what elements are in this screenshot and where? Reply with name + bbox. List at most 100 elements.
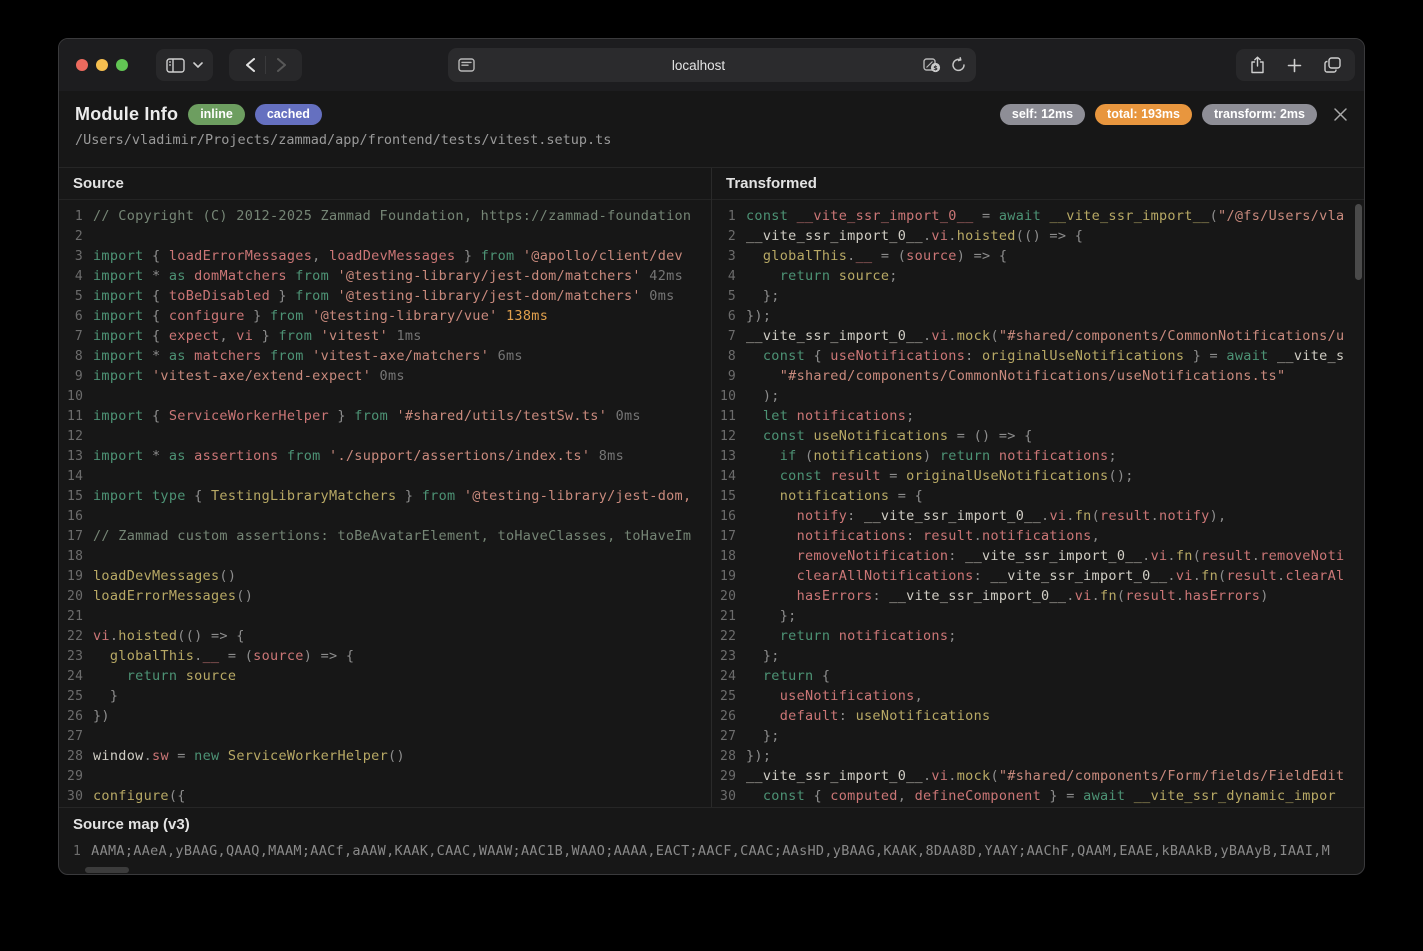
- page-settings-icon[interactable]: $: [923, 58, 941, 73]
- line-number: 9: [720, 369, 746, 384]
- reload-icon[interactable]: [951, 57, 966, 73]
- code-line: 24 return {: [720, 666, 1364, 686]
- line-number: 12: [720, 429, 746, 444]
- code-line: 11import { ServiceWorkerHelper } from '#…: [67, 406, 711, 426]
- code-line: 16 notify: __vite_ssr_import_0__.vi.fn(r…: [720, 506, 1364, 526]
- url-text[interactable]: localhost: [475, 58, 923, 73]
- line-number: 17: [67, 529, 93, 544]
- source-pane-title: Source: [59, 168, 711, 200]
- code-line: 14 const result = originalUseNotificatio…: [720, 466, 1364, 486]
- minimize-window-button[interactable]: [96, 59, 108, 71]
- module-header: Module Info inline cached self: 12ms tot…: [59, 91, 1364, 167]
- code-line: 2__vite_ssr_import_0__.vi.hoisted(() => …: [720, 226, 1364, 246]
- line-number: 6: [720, 309, 746, 324]
- line-number: 16: [720, 509, 746, 524]
- line-number: 21: [720, 609, 746, 624]
- code-line: 1// Copyright (C) 2012-2025 Zammad Found…: [67, 206, 711, 226]
- code-line: 12 const useNotifications = () => {: [720, 426, 1364, 446]
- browser-window: localhost $: [58, 38, 1365, 875]
- line-number: 23: [720, 649, 746, 664]
- code-line: 26 default: useNotifications: [720, 706, 1364, 726]
- page-title: Module Info: [75, 104, 178, 125]
- nav-buttons: [229, 49, 302, 81]
- sidebar-toggle-button[interactable]: [156, 49, 213, 81]
- line-number: 1: [720, 209, 746, 224]
- close-button[interactable]: [1333, 107, 1348, 122]
- code-line: 9 "#shared/components/CommonNotification…: [720, 366, 1364, 386]
- browser-chrome: localhost $: [59, 39, 1364, 91]
- cached-badge: cached: [255, 104, 322, 125]
- line-number: 5: [67, 289, 93, 304]
- code-line: 25 useNotifications,: [720, 686, 1364, 706]
- line-number: 10: [720, 389, 746, 404]
- line-number: 26: [67, 709, 93, 724]
- code-line: 13 if (notifications) return notificatio…: [720, 446, 1364, 466]
- transformed-pane: Transformed 1const __vite_ssr_import_0__…: [712, 168, 1364, 807]
- code-line: 17// Zammad custom assertions: toBeAvata…: [67, 526, 711, 546]
- back-button[interactable]: [235, 50, 265, 80]
- line-number: 21: [67, 609, 93, 624]
- line-number: 22: [720, 629, 746, 644]
- code-line: 27 };: [720, 726, 1364, 746]
- share-icon[interactable]: [1250, 56, 1265, 74]
- tabs-icon[interactable]: [1324, 57, 1341, 73]
- code-line: 19 clearAllNotifications: __vite_ssr_imp…: [720, 566, 1364, 586]
- line-number: 13: [67, 449, 93, 464]
- transform-time-badge: transform: 2ms: [1202, 104, 1317, 125]
- code-line: 21 };: [720, 606, 1364, 626]
- horizontal-scrollbar[interactable]: [85, 867, 129, 873]
- code-line: 7__vite_ssr_import_0__.vi.mock("#shared/…: [720, 326, 1364, 346]
- line-number: 5: [720, 289, 746, 304]
- code-line: 8import * as matchers from 'vitest-axe/m…: [67, 346, 711, 366]
- code-line: 27: [67, 726, 711, 746]
- line-number: 28: [720, 749, 746, 764]
- vertical-scrollbar[interactable]: [1355, 204, 1362, 280]
- page-menu-icon[interactable]: [458, 58, 475, 72]
- code-line: 13import * as assertions from './support…: [67, 446, 711, 466]
- code-line: 19loadDevMessages(): [67, 566, 711, 586]
- source-code-editor[interactable]: 1// Copyright (C) 2012-2025 Zammad Found…: [59, 200, 711, 806]
- code-line: 22 return notifications;: [720, 626, 1364, 646]
- code-line: 15import type { TestingLibraryMatchers }…: [67, 486, 711, 506]
- line-number: 27: [720, 729, 746, 744]
- code-line: 10 );: [720, 386, 1364, 406]
- line-number: 3: [720, 249, 746, 264]
- code-line: 11 let notifications;: [720, 406, 1364, 426]
- line-number: 23: [67, 649, 93, 664]
- code-line: 3 globalThis.__ = (source) => {: [720, 246, 1364, 266]
- source-pane: Source 1// Copyright (C) 2012-2025 Zamma…: [59, 168, 711, 807]
- svg-text:$: $: [933, 64, 938, 72]
- code-line: 24 return source: [67, 666, 711, 686]
- code-line: 15 notifications = {: [720, 486, 1364, 506]
- code-line: 23 };: [720, 646, 1364, 666]
- line-number: 18: [67, 549, 93, 564]
- address-bar[interactable]: localhost $: [448, 48, 976, 82]
- line-number: 2: [720, 229, 746, 244]
- sourcemap-line-number: 1: [73, 844, 91, 859]
- code-line: 5 };: [720, 286, 1364, 306]
- module-inspector-page: Module Info inline cached self: 12ms tot…: [59, 91, 1364, 875]
- traffic-lights: [76, 59, 128, 71]
- line-number: 27: [67, 729, 93, 744]
- code-line: 23 globalThis.__ = (source) => {: [67, 646, 711, 666]
- forward-button[interactable]: [266, 50, 296, 80]
- zoom-window-button[interactable]: [116, 59, 128, 71]
- line-number: 14: [67, 469, 93, 484]
- line-number: 22: [67, 629, 93, 644]
- code-line: 6import { configure } from '@testing-lib…: [67, 306, 711, 326]
- line-number: 14: [720, 469, 746, 484]
- code-line: 30configure({: [67, 786, 711, 806]
- inline-badge: inline: [188, 104, 245, 125]
- line-number: 15: [720, 489, 746, 504]
- new-tab-icon[interactable]: [1287, 58, 1302, 73]
- code-line: 28window.sw = new ServiceWorkerHelper(): [67, 746, 711, 766]
- code-line: 21: [67, 606, 711, 626]
- code-line: 7import { expect, vi } from 'vitest' 1ms: [67, 326, 711, 346]
- transformed-code-editor[interactable]: 1const __vite_ssr_import_0__ = await __v…: [712, 200, 1364, 806]
- code-line: 20loadErrorMessages(): [67, 586, 711, 606]
- line-number: 13: [720, 449, 746, 464]
- close-window-button[interactable]: [76, 59, 88, 71]
- chevron-down-icon: [193, 62, 203, 68]
- toolbar-right: [1236, 49, 1355, 81]
- line-number: 28: [67, 749, 93, 764]
